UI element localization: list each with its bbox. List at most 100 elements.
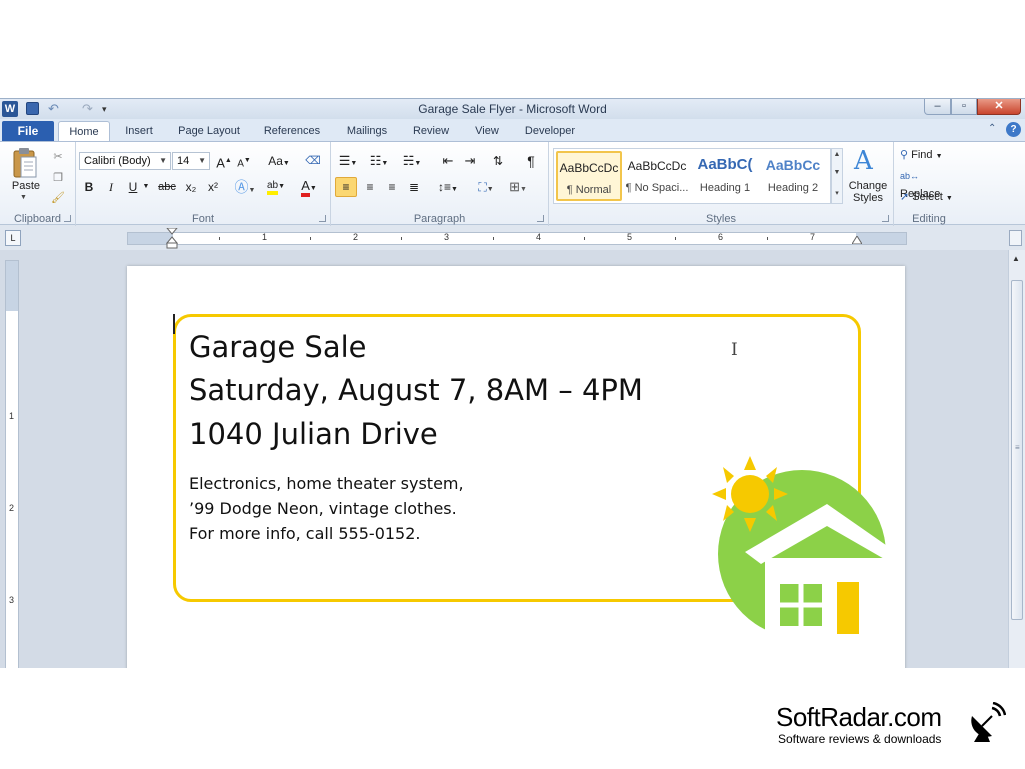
grow-font-button[interactable]: A▲ bbox=[216, 152, 232, 170]
ruler-number: 6 bbox=[718, 232, 724, 242]
show-formatting-icon[interactable]: ¶ bbox=[523, 152, 539, 170]
help-icon[interactable]: ? bbox=[1006, 122, 1021, 137]
italic-button[interactable]: I bbox=[102, 178, 120, 196]
tab-selector-button[interactable]: L bbox=[5, 230, 21, 246]
ibeam-cursor-icon: I bbox=[731, 340, 738, 360]
ruler-tick bbox=[219, 237, 220, 240]
vertical-scrollbar[interactable]: ▲ ≡ bbox=[1008, 250, 1025, 668]
superscript-button[interactable]: x² bbox=[204, 178, 222, 196]
sort-icon[interactable]: ⇅ bbox=[489, 152, 507, 170]
tab-view[interactable]: View bbox=[468, 121, 506, 141]
paste-icon[interactable] bbox=[12, 148, 38, 180]
multilevel-list-icon[interactable]: ☵▼ bbox=[399, 152, 425, 170]
borders-icon[interactable]: ⊞▼ bbox=[505, 178, 531, 196]
gallery-more-icon[interactable]: ▾ bbox=[832, 189, 842, 197]
clipboard-launcher-icon[interactable] bbox=[64, 215, 71, 222]
scroll-up-icon[interactable]: ▲ bbox=[1012, 254, 1020, 263]
increase-indent-icon[interactable]: ⇥ bbox=[461, 152, 479, 170]
document-page[interactable]: Garage Sale Saturday, August 7, 8AM – 4P… bbox=[127, 266, 905, 668]
numbering-icon[interactable]: ☷▼ bbox=[367, 152, 391, 170]
vertical-ruler[interactable]: 1 2 3 bbox=[5, 260, 19, 668]
flyer-detail-line: ’99 Dodge Neon, vintage clothes. bbox=[189, 499, 457, 518]
format-painter-icon[interactable]: 🖌 bbox=[50, 189, 66, 207]
tab-file[interactable]: File bbox=[2, 121, 54, 141]
bold-button[interactable]: B bbox=[80, 178, 98, 196]
indent-marker-icon[interactable] bbox=[166, 228, 178, 249]
sun-icon bbox=[712, 456, 788, 532]
ruler-number: 4 bbox=[536, 232, 542, 242]
style-normal[interactable]: AaBbCcDc ¶ Normal bbox=[556, 151, 622, 201]
highlight-button[interactable]: ab▼ bbox=[262, 177, 290, 195]
ruler-number: 2 bbox=[9, 503, 15, 513]
scroll-thumb[interactable]: ≡ bbox=[1011, 280, 1023, 620]
close-button[interactable]: ✕ bbox=[977, 99, 1021, 115]
strikethrough-button[interactable]: abc bbox=[156, 178, 178, 196]
ruler-row: L 1 2 3 4 5 6 7 bbox=[0, 226, 1025, 250]
font-color-button[interactable]: A▼ bbox=[296, 177, 322, 197]
styles-launcher-icon[interactable] bbox=[882, 215, 889, 222]
tab-page-layout[interactable]: Page Layout bbox=[172, 121, 246, 141]
ruler-tick bbox=[767, 237, 768, 240]
cut-icon[interactable]: ✂ bbox=[50, 148, 66, 166]
ruler-tick bbox=[675, 237, 676, 240]
font-name-select[interactable]: Calibri (Body) ▼ bbox=[79, 152, 171, 170]
watermark-name: SoftRadar.com bbox=[776, 702, 942, 732]
tab-home[interactable]: Home bbox=[58, 121, 110, 141]
subscript-button[interactable]: x₂ bbox=[182, 178, 200, 196]
house-sun-clipart bbox=[712, 456, 890, 634]
gallery-down-icon[interactable]: ▼ bbox=[832, 169, 842, 176]
right-indent-marker-icon[interactable] bbox=[852, 236, 862, 244]
view-ruler-icon[interactable] bbox=[1009, 230, 1022, 246]
line-spacing-icon[interactable]: ↕≡▼ bbox=[435, 178, 461, 196]
gallery-up-icon[interactable]: ▲ bbox=[832, 151, 842, 158]
tab-insert[interactable]: Insert bbox=[116, 121, 162, 141]
align-left-icon[interactable]: ≡ bbox=[335, 177, 357, 197]
bullets-icon[interactable]: ☰▼ bbox=[337, 152, 359, 170]
paragraph-launcher-icon[interactable] bbox=[537, 215, 544, 222]
ruler-number: 1 bbox=[262, 232, 268, 242]
justify-icon[interactable]: ≣ bbox=[405, 178, 423, 196]
style-no-spacing[interactable]: AaBbCcDc ¶ No Spaci... bbox=[624, 151, 690, 201]
shrink-font-button[interactable]: A▼ bbox=[236, 152, 252, 170]
align-right-icon[interactable]: ≡ bbox=[383, 178, 401, 196]
paste-dropdown-icon[interactable]: ▼ bbox=[20, 194, 27, 201]
copy-icon[interactable]: ❐ bbox=[50, 169, 66, 187]
styles-group-label: Styles bbox=[706, 213, 736, 225]
ribbon-tabs: File Home Insert Page Layout References … bbox=[0, 119, 1025, 141]
document-area: 1 2 3 Garage Sale Saturday, August 7, 8A… bbox=[0, 250, 1025, 668]
style-heading-1[interactable]: AaBbC( Heading 1 bbox=[692, 151, 758, 201]
change-styles-label: Change Styles bbox=[848, 180, 888, 204]
horizontal-ruler[interactable]: 1 2 3 4 5 6 7 bbox=[127, 232, 907, 245]
tab-references[interactable]: References bbox=[258, 121, 326, 141]
decrease-indent-icon[interactable]: ⇤ bbox=[439, 152, 457, 170]
font-launcher-icon[interactable] bbox=[319, 215, 326, 222]
clear-formatting-icon[interactable]: ⌫ bbox=[304, 152, 322, 170]
font-group-label: Font bbox=[191, 213, 214, 225]
font-size-select[interactable]: 14 ▼ bbox=[172, 152, 210, 170]
ruler-margin-right bbox=[856, 233, 906, 244]
text-effects-icon[interactable]: Ⓐ▼ bbox=[232, 178, 258, 196]
select-cursor-icon: ➚ bbox=[900, 191, 910, 203]
select-button[interactable]: ➚ Select ▼ bbox=[900, 188, 962, 206]
shading-icon[interactable]: ⛶▼ bbox=[473, 178, 499, 196]
minimize-button[interactable]: – bbox=[924, 99, 951, 115]
change-styles-button[interactable]: A Change Styles bbox=[846, 146, 890, 206]
scroll-grip-icon: ≡ bbox=[1015, 443, 1020, 452]
style-heading-2[interactable]: AaBbCc Heading 2 bbox=[760, 151, 826, 201]
replace-button[interactable]: ab↔ Replace bbox=[900, 167, 962, 200]
flyer-detail-line: Electronics, home theater system, bbox=[189, 474, 464, 493]
align-center-icon[interactable]: ≡ bbox=[361, 178, 379, 196]
flyer-date: Saturday, August 7, 8AM – 4PM bbox=[189, 373, 643, 407]
ruler-number: 7 bbox=[810, 232, 816, 242]
underline-dropdown-icon[interactable]: ▼ bbox=[142, 178, 150, 196]
change-case-button[interactable]: Aa▼ bbox=[266, 152, 292, 170]
tab-developer[interactable]: Developer bbox=[518, 121, 582, 141]
maximize-button[interactable]: ▫ bbox=[951, 99, 977, 115]
minimize-ribbon-icon[interactable]: ⌃ bbox=[988, 123, 996, 134]
tab-mailings[interactable]: Mailings bbox=[338, 121, 396, 141]
find-button[interactable]: ⚲ Find ▼ bbox=[900, 146, 960, 164]
underline-button[interactable]: U bbox=[124, 178, 142, 196]
paste-button[interactable]: Paste bbox=[6, 180, 46, 192]
tab-review[interactable]: Review bbox=[406, 121, 456, 141]
flyer-title: Garage Sale bbox=[189, 330, 367, 364]
